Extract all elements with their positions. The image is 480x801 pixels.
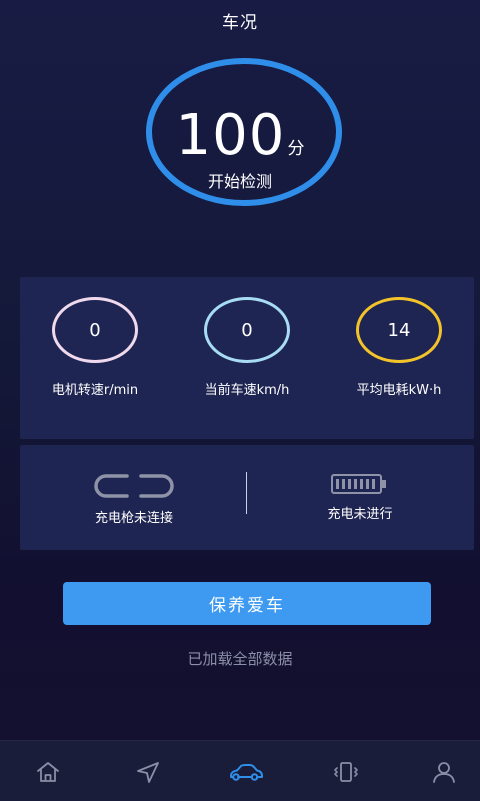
charging-progress-status: 充电未进行: [260, 473, 460, 522]
motor-speed-label: 电机转速r/min: [51, 383, 139, 398]
maintain-car-button[interactable]: 保养爱车: [63, 582, 431, 625]
tab-navigation[interactable]: [128, 757, 168, 787]
page-title: 车况: [222, 13, 258, 33]
tab-vehicle[interactable]: [224, 757, 268, 787]
bottom-tab-bar: [0, 740, 480, 801]
vehicle-speed-stat: 0 当前车速km/h: [172, 297, 322, 398]
chain-link-icon: [94, 474, 174, 498]
battery-icon: [331, 474, 386, 494]
home-icon: [37, 762, 59, 782]
vehicle-speed-value: 0: [241, 319, 253, 341]
motor-speed-stat: 0 电机转速r/min: [20, 297, 170, 398]
tab-device[interactable]: [326, 757, 366, 787]
charging-progress-label: 充电未进行: [327, 507, 393, 522]
motor-speed-value: 0: [89, 319, 101, 341]
charging-divider: [246, 472, 247, 514]
energy-consumption-label: 平均电耗kW·h: [356, 383, 442, 398]
energy-consumption-stat: 14 平均电耗kW·h: [324, 297, 474, 398]
load-status-text: 已加载全部数据: [187, 650, 293, 668]
score-display: 100 分: [0, 108, 480, 164]
tab-profile[interactable]: [424, 757, 464, 787]
tab-home[interactable]: [28, 757, 68, 787]
user-icon: [433, 762, 455, 783]
start-check-button[interactable]: 开始检测: [0, 168, 480, 192]
charging-gun-label: 充电枪未连接: [94, 511, 173, 526]
phone-vibrate-icon: [334, 762, 358, 782]
vehicle-stats-panel: 0 电机转速r/min 0 当前车速km/h 14 平均电耗kW·h: [20, 277, 474, 439]
vehicle-speed-ring: 0: [204, 297, 290, 363]
charging-panel: 充电枪未连接 充电未进行: [20, 445, 474, 550]
energy-consumption-value: 14: [387, 319, 411, 341]
vehicle-speed-label: 当前车速km/h: [204, 383, 290, 398]
score-unit: 分: [287, 139, 305, 159]
car-icon: [230, 764, 263, 781]
energy-consumption-ring: 14: [356, 297, 442, 363]
motor-speed-ring: 0: [52, 297, 138, 363]
charging-gun-status: 充电枪未连接: [34, 473, 234, 526]
navigation-icon: [137, 762, 159, 783]
score-value: 100: [175, 103, 286, 168]
